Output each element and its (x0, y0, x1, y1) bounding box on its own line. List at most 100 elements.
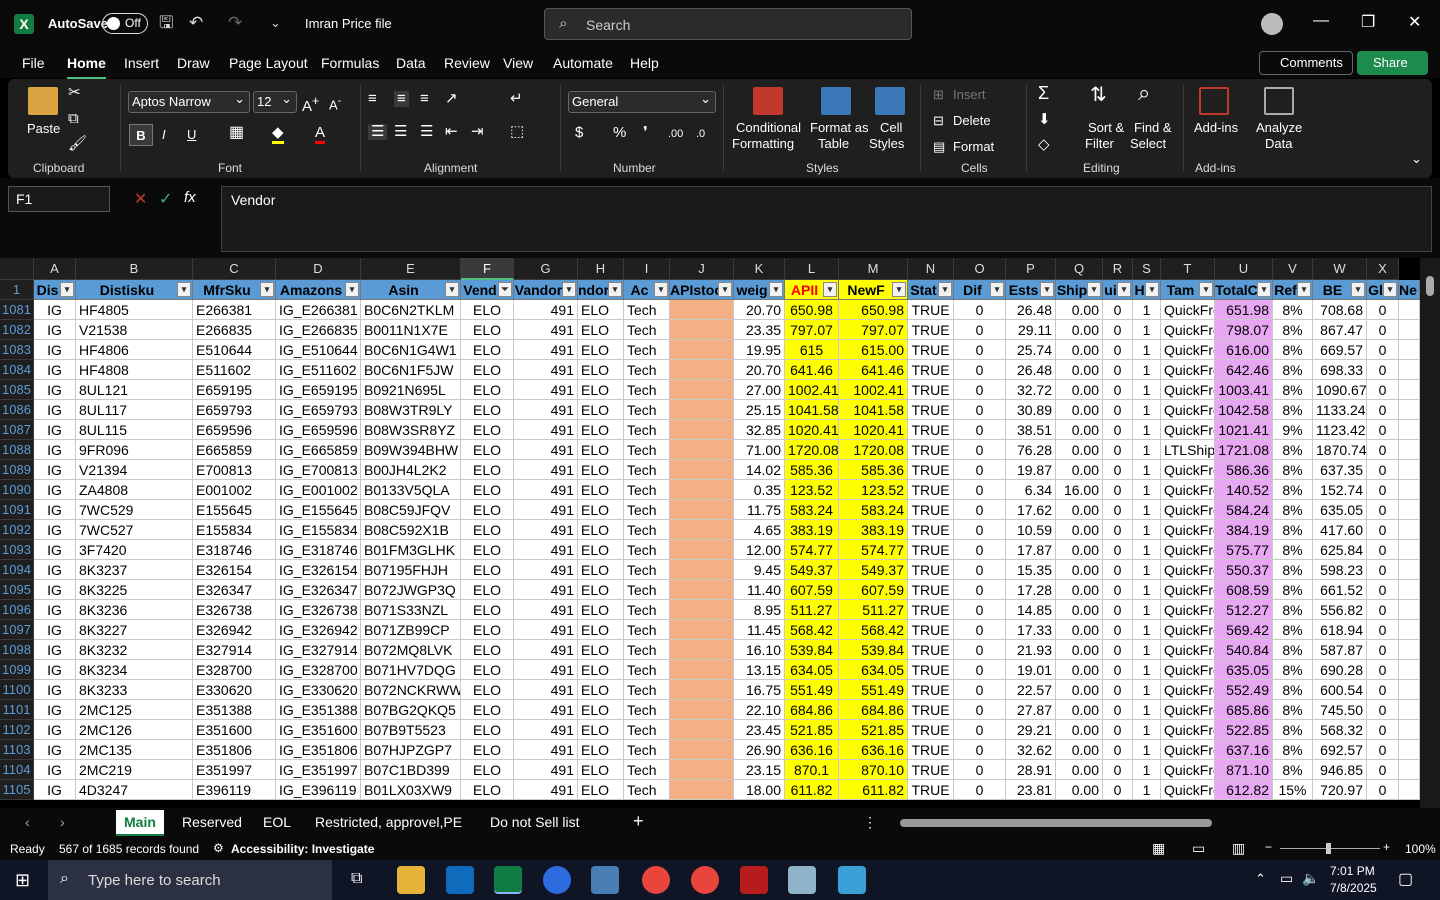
cell[interactable]: 684.86 (839, 700, 908, 720)
cell[interactable]: 625.84 (1313, 540, 1367, 560)
cell[interactable]: 11.45 (734, 620, 785, 640)
row-header[interactable]: 1101 (0, 700, 34, 720)
cell[interactable]: 491 (514, 320, 578, 340)
column-title[interactable]: Gl ▾ (1367, 280, 1399, 300)
column-header-k[interactable]: K (734, 258, 785, 280)
column-title[interactable]: NewF ▾ (839, 280, 908, 300)
cell[interactable]: B071HV7DQG (361, 660, 461, 680)
cell[interactable]: 0 (1103, 740, 1133, 760)
cell[interactable]: Tech (624, 600, 670, 620)
cell[interactable]: IG (34, 780, 76, 800)
cell[interactable]: QuickFre (1161, 420, 1215, 440)
cell[interactable]: B0C6N2TKLM (361, 300, 461, 320)
cell[interactable]: 1041.58 (839, 400, 908, 420)
cell[interactable]: 8% (1273, 440, 1313, 460)
cell[interactable]: Tech (624, 760, 670, 780)
cut-icon[interactable]: ✂ (68, 85, 81, 101)
cell[interactable]: 9% (1273, 420, 1313, 440)
cell[interactable]: IG_E700813 (276, 460, 361, 480)
cell[interactable]: TRUE (908, 660, 954, 680)
enter-icon[interactable]: ✓ (159, 189, 172, 209)
cell[interactable]: 0 (1103, 420, 1133, 440)
column-title[interactable]: Asin ▾ (361, 280, 461, 300)
cell[interactable]: IG_E001002 (276, 480, 361, 500)
cell[interactable] (1399, 600, 1420, 620)
decrease-decimal-icon[interactable]: .0 (696, 126, 705, 142)
cell[interactable]: TRUE (908, 580, 954, 600)
column-header-e[interactable]: E (361, 258, 461, 280)
cell[interactable]: 27.87 (1006, 700, 1056, 720)
column-header-i[interactable]: I (624, 258, 670, 280)
cell[interactable]: 0.00 (1056, 580, 1103, 600)
cell[interactable]: 17.87 (1006, 540, 1056, 560)
cell[interactable]: QuickFre (1161, 380, 1215, 400)
cell[interactable]: 598.23 (1313, 560, 1367, 580)
conditional-formatting-label-2[interactable]: Formatting (732, 136, 794, 152)
cell[interactable]: 0 (954, 380, 1006, 400)
cell[interactable]: ELO (461, 760, 514, 780)
cell[interactable]: 0.35 (734, 480, 785, 500)
cell[interactable]: 8% (1273, 720, 1313, 740)
cell[interactable]: 0 (1367, 580, 1399, 600)
cell[interactable]: 0 (954, 680, 1006, 700)
column-header-o[interactable]: O (954, 258, 1006, 280)
cell-styles-label-2[interactable]: Styles (869, 136, 904, 152)
cell[interactable]: 551.49 (839, 680, 908, 700)
cell[interactable]: 549.37 (839, 560, 908, 580)
cell[interactable]: 0.00 (1056, 320, 1103, 340)
cell[interactable]: 0 (1367, 700, 1399, 720)
cell[interactable]: ELO (461, 360, 514, 380)
cell[interactable]: IG_E155645 (276, 500, 361, 520)
cell[interactable]: Tech (624, 300, 670, 320)
chrome-icon[interactable] (642, 866, 670, 894)
cell[interactable]: 0 (954, 620, 1006, 640)
zoom-out-icon[interactable]: − (1265, 840, 1272, 854)
cell[interactable]: 7WC529 (76, 500, 193, 520)
cell[interactable]: 15% (1273, 780, 1313, 800)
cell[interactable]: 15.35 (1006, 560, 1056, 580)
cell[interactable]: 568.42 (839, 620, 908, 640)
font-color-icon[interactable]: A (315, 125, 326, 144)
cell[interactable]: 0.00 (1056, 760, 1103, 780)
cell[interactable]: 684.86 (785, 700, 839, 720)
cell[interactable]: 608.59 (1215, 580, 1273, 600)
cell[interactable]: IG_E351806 (276, 740, 361, 760)
avatar[interactable] (1261, 13, 1283, 35)
cell[interactable]: 1 (1133, 300, 1161, 320)
font-name-select[interactable]: Aptos Narrow (128, 89, 250, 113)
cell[interactable]: E665859 (193, 440, 276, 460)
clock-time[interactable]: 7:01 PM (1330, 864, 1375, 878)
cell[interactable]: HF4805 (76, 300, 193, 320)
cell[interactable]: 1002.41 (839, 380, 908, 400)
cell[interactable]: 0 (1103, 480, 1133, 500)
filter-dropdown-icon[interactable]: ▾ (1145, 282, 1159, 297)
cell[interactable]: ELO (461, 440, 514, 460)
cell[interactable] (670, 720, 734, 740)
cell[interactable]: TRUE (908, 340, 954, 360)
addins-icon[interactable] (1199, 87, 1229, 115)
cell[interactable]: 8% (1273, 540, 1313, 560)
cell[interactable]: 745.50 (1313, 700, 1367, 720)
tab-formulas[interactable]: Formulas (321, 55, 379, 71)
cell[interactable] (1399, 700, 1420, 720)
select-all-corner[interactable] (0, 258, 34, 280)
cell[interactable]: 8% (1273, 660, 1313, 680)
cell[interactable]: QuickFre (1161, 640, 1215, 660)
cell[interactable]: 1 (1133, 380, 1161, 400)
filter-dropdown-icon[interactable]: ▾ (769, 282, 783, 297)
column-title[interactable]: MfrSku ▾ (193, 280, 276, 300)
cell[interactable]: 0 (954, 440, 1006, 460)
cell[interactable]: 0 (1103, 660, 1133, 680)
cell[interactable]: QuickFre (1161, 460, 1215, 480)
cell[interactable]: 14.85 (1006, 600, 1056, 620)
add-sheet-icon[interactable]: + (633, 811, 644, 832)
cell[interactable]: 4.65 (734, 520, 785, 540)
cell[interactable]: IG (34, 320, 76, 340)
cell[interactable] (1399, 620, 1420, 640)
cell[interactable]: TRUE (908, 380, 954, 400)
cell[interactable]: ELO (461, 520, 514, 540)
column-header-p[interactable]: P (1006, 258, 1056, 280)
cell[interactable]: IG_E318746 (276, 540, 361, 560)
taskbar-search[interactable]: ⌕ Type here to search (48, 860, 332, 900)
cell[interactable]: 0 (1367, 400, 1399, 420)
